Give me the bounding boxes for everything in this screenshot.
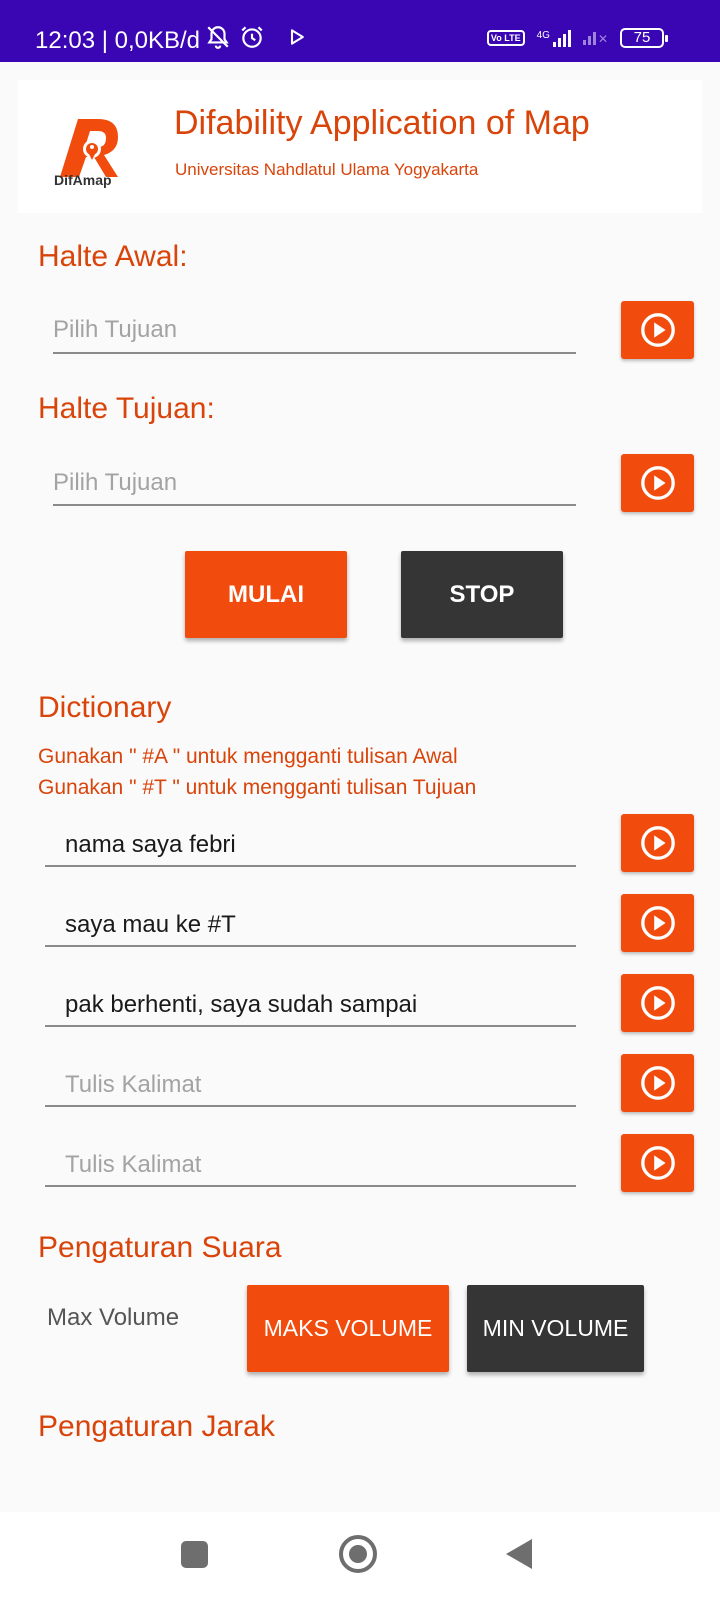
dictionary-entry-underline xyxy=(45,865,576,867)
play-store-icon xyxy=(290,29,304,45)
status-icons-right: Vo LTE 4G ✕ 75 xyxy=(486,28,668,48)
play-circle-icon xyxy=(640,1066,675,1100)
app-title: Difability Application of Map xyxy=(174,104,590,142)
halte-awal-placeholder: Pilih Tujuan xyxy=(53,316,178,343)
battery-icon: 75 xyxy=(620,28,668,48)
status-icons-left xyxy=(205,24,307,50)
system-nav-bar xyxy=(0,1512,720,1600)
dictionary-entry-placeholder: Tulis Kalimat xyxy=(65,1071,202,1098)
dictionary-entry-text: saya mau ke #T xyxy=(65,911,236,938)
status-time: 12:03 | 0,0KB/d xyxy=(35,27,201,54)
play-circle-icon xyxy=(640,826,675,860)
dictionary-entry-underline xyxy=(45,1185,576,1187)
dictionary-entry-text: nama saya febri xyxy=(65,831,236,858)
max-volume-button[interactable]: MAKS VOLUME xyxy=(247,1285,449,1372)
play-circle-icon xyxy=(640,906,675,940)
signal-4g-icon: 4G xyxy=(537,29,571,47)
dictionary-entry-underline xyxy=(45,1025,576,1027)
play-circle-icon xyxy=(640,466,675,500)
play-circle-icon xyxy=(640,1146,675,1180)
back-icon[interactable] xyxy=(506,1539,532,1569)
halte-tujuan-play-button[interactable] xyxy=(621,454,694,512)
signal-no-sim-icon: ✕ xyxy=(582,31,608,45)
alarm-icon xyxy=(241,26,263,48)
dictionary-entry-placeholder: Tulis Kalimat xyxy=(65,1151,202,1178)
distance-settings-title: Pengaturan Jarak xyxy=(38,1410,275,1443)
halte-tujuan-underline xyxy=(53,504,576,506)
volume-label: Max Volume xyxy=(47,1304,180,1331)
dictionary-entry-2-play-button[interactable] xyxy=(621,894,694,952)
app-subtitle: Universitas Nahdlatul Ulama Yogyakarta xyxy=(175,160,479,179)
sound-settings-title: Pengaturan Suara xyxy=(38,1231,282,1264)
recent-apps-icon[interactable] xyxy=(181,1541,208,1568)
home-icon[interactable] xyxy=(339,1535,377,1573)
halte-tujuan-label: Halte Tujuan: xyxy=(38,392,215,425)
min-volume-button[interactable]: MIN VOLUME xyxy=(467,1285,644,1372)
dictionary-entry-underline xyxy=(45,1105,576,1107)
mute-notification-icon xyxy=(207,26,229,49)
dictionary-entry-4-play-button[interactable] xyxy=(621,1054,694,1112)
logo-text: DifAmap xyxy=(54,172,112,188)
halte-awal-play-button[interactable] xyxy=(621,301,694,359)
play-circle-icon xyxy=(640,313,675,347)
halte-tujuan-placeholder: Pilih Tujuan xyxy=(53,469,178,496)
dictionary-hint-awal: Gunakan " #A " untuk mengganti tulisan A… xyxy=(38,745,458,768)
dictionary-entry-1-play-button[interactable] xyxy=(621,814,694,872)
dictionary-entry-text: pak berhenti, saya sudah sampai xyxy=(65,991,418,1018)
dictionary-title: Dictionary xyxy=(38,691,172,724)
status-bar: 12:03 | 0,0KB/d Vo LTE 4G ✕ 75 xyxy=(0,0,720,62)
halte-awal-underline xyxy=(53,352,576,354)
app-header: DifAmap Difability Application of Map Un… xyxy=(18,80,702,213)
halte-awal-label: Halte Awal: xyxy=(38,240,188,273)
dictionary-entry-underline xyxy=(45,945,576,947)
dictionary-hint-tujuan: Gunakan " #T " untuk mengganti tulisan T… xyxy=(38,776,477,799)
stop-button[interactable]: STOP xyxy=(401,551,563,638)
volte-icon: Vo LTE xyxy=(486,30,525,46)
start-button[interactable]: MULAI xyxy=(185,551,347,638)
dictionary-entry-5-play-button[interactable] xyxy=(621,1134,694,1192)
dictionary-entry-3-play-button[interactable] xyxy=(621,974,694,1032)
play-circle-icon xyxy=(640,986,675,1020)
